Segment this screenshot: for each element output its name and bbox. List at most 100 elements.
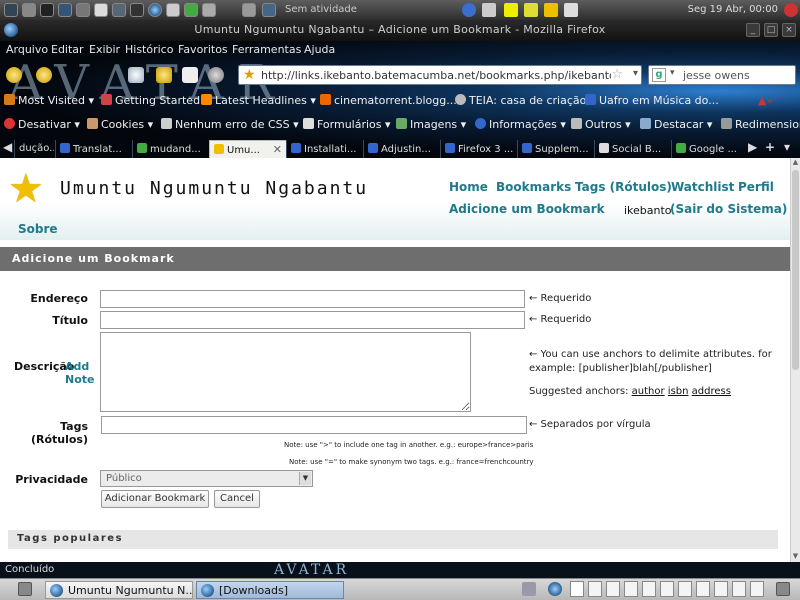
search-bar[interactable]: g ▾ jesse owens <box>648 65 796 85</box>
webdev-desativar[interactable]: Desativar ▾ <box>4 118 80 131</box>
tab-supplement[interactable]: Supplem... <box>517 140 593 158</box>
editor-launcher-icon[interactable] <box>94 3 108 17</box>
maximize-button[interactable]: □ <box>764 23 778 37</box>
site-identity-icon[interactable]: ★ <box>243 67 256 83</box>
accessibility-icon[interactable] <box>58 3 72 17</box>
workspace-11[interactable] <box>750 581 764 597</box>
tab-traducao[interactable]: dução... <box>14 140 54 158</box>
scrollbar-thumb[interactable] <box>792 170 799 370</box>
system-tools-icon[interactable] <box>76 3 90 17</box>
webdev-forms[interactable]: Formulários ▾ <box>303 118 391 131</box>
clock-widget-icon[interactable] <box>242 3 256 17</box>
tab-umuntu-active[interactable]: Umu... ✕ <box>209 140 287 158</box>
settings-icon[interactable] <box>166 3 180 17</box>
tab-firefox3[interactable]: Firefox 3 ... <box>440 140 516 158</box>
webdev-css[interactable]: Nenhum erro de CSS ▾ <box>161 118 299 131</box>
menu-historico[interactable]: Histórico <box>125 43 173 56</box>
workspace-1[interactable] <box>570 581 584 597</box>
nav-watchlist[interactable]: Watchlist <box>671 180 734 194</box>
anchor-author-link[interactable]: author <box>632 386 665 397</box>
scroll-tabs-left-icon[interactable]: ◀ <box>3 140 12 154</box>
webdev-outline[interactable]: Destacar ▾ <box>640 118 712 131</box>
tab-installation[interactable]: Installati... <box>286 140 362 158</box>
bookmark-latest-headlines[interactable]: Latest Headlines ▾ <box>201 94 316 107</box>
edit-tray-icon[interactable] <box>524 3 538 17</box>
tab-list-icon[interactable]: ▾ <box>784 140 790 154</box>
workspace-4[interactable] <box>624 581 638 597</box>
scroll-tabs-right-icon[interactable]: ▶ <box>748 140 757 154</box>
bluetooth-tray-icon[interactable] <box>482 3 496 17</box>
bookmark-getting-started[interactable]: Getting Started <box>101 94 200 107</box>
tab-translate[interactable]: Translat... <box>55 140 131 158</box>
power-icon[interactable] <box>784 3 798 17</box>
anchor-address-link[interactable]: address <box>692 386 731 397</box>
bookmarks-overflow-icon[interactable]: ▲» <box>758 94 773 107</box>
add-note-link[interactable]: Add Note <box>65 360 94 386</box>
new-tab-button[interactable]: + <box>765 140 775 154</box>
applications-menu-icon[interactable] <box>4 3 18 17</box>
menu-editar[interactable]: Editar <box>51 43 84 56</box>
url-bar[interactable]: ★ http://links.ikebanto.batemacumba.net/… <box>238 65 642 85</box>
workspace-3[interactable] <box>606 581 620 597</box>
nav-logout[interactable]: (Sair do Sistema) <box>670 202 787 216</box>
tab-mudando[interactable]: mudand... <box>132 140 208 158</box>
tags-input[interactable] <box>101 416 527 434</box>
show-desktop-icon[interactable] <box>18 582 32 596</box>
search-input[interactable]: jesse owens <box>683 69 750 82</box>
menu-ferramentas[interactable]: Ferramentas <box>232 43 301 56</box>
bookmark-cinematorrent[interactable]: cinematorrent.blogg... <box>320 94 457 107</box>
nav-home[interactable]: Home <box>449 180 488 194</box>
address-input[interactable] <box>100 290 525 308</box>
scroll-down-icon[interactable]: ▼ <box>791 552 800 562</box>
workspace-5[interactable] <box>642 581 656 597</box>
menu-arquivo[interactable]: Arquivo <box>6 43 48 56</box>
panel-app-icon-1[interactable] <box>522 582 536 596</box>
scroll-up-icon[interactable]: ▲ <box>791 158 800 168</box>
privacy-select[interactable]: Público ▼ <box>100 470 313 487</box>
network-tray-icon[interactable] <box>462 3 476 17</box>
notes-tray-icon[interactable] <box>504 3 518 17</box>
menu-favoritos[interactable]: Favoritos <box>178 43 228 56</box>
popular-tags-header[interactable]: Tags populares <box>8 530 778 549</box>
terminal-launcher-icon[interactable] <box>40 3 54 17</box>
google-search-engine-icon[interactable]: g <box>652 68 666 82</box>
url-dropdown-icon[interactable]: ▾ <box>633 68 638 79</box>
bookmark-star-icon[interactable]: ☆ <box>611 67 623 82</box>
url-text[interactable]: http://links.ikebanto.batemacumba.net/bo… <box>261 69 611 82</box>
media-player-icon[interactable] <box>130 3 144 17</box>
nav-bookmarks[interactable]: Bookmarks <box>496 180 571 194</box>
title-input[interactable] <box>100 311 525 329</box>
add-bookmark-button[interactable]: Adicionar Bookmark <box>101 490 209 508</box>
tab-adjusting[interactable]: Adjustin... <box>363 140 439 158</box>
firefox-launcher-icon[interactable] <box>148 3 162 17</box>
menu-exibir[interactable]: Exibir <box>89 43 120 56</box>
trash-icon[interactable] <box>776 582 790 596</box>
menu-ajuda[interactable]: Ajuda <box>304 43 335 56</box>
mail-tray-icon[interactable] <box>564 3 578 17</box>
addons-gear-icon[interactable] <box>208 67 224 83</box>
network-icon[interactable] <box>112 3 126 17</box>
reload-icon[interactable] <box>128 67 144 83</box>
chat-launcher-icon[interactable] <box>202 3 216 17</box>
taskbar-firefox-window[interactable]: Umuntu Ngumuntu N... <box>45 581 193 599</box>
anchor-isbn-link[interactable]: isbn <box>668 386 689 397</box>
description-textarea[interactable] <box>100 332 471 412</box>
home-icon[interactable] <box>156 67 172 83</box>
webdev-misc[interactable]: Outros ▾ <box>571 118 631 131</box>
bookmark-uafro[interactable]: Uafro em Música do... <box>585 94 719 107</box>
page-scrollbar[interactable]: ▲ ▼ <box>790 158 800 562</box>
workspace-9[interactable] <box>714 581 728 597</box>
search-engine-dropdown-icon[interactable]: ▾ <box>670 68 675 78</box>
workspace-10[interactable] <box>732 581 746 597</box>
webdev-info[interactable]: Informações ▾ <box>475 118 566 131</box>
nav-tags[interactable]: Tags (Rótulos) <box>575 180 672 194</box>
forward-icon[interactable] <box>36 67 52 83</box>
close-tab-icon[interactable]: ✕ <box>273 143 282 156</box>
workspace-7[interactable] <box>678 581 692 597</box>
close-window-button[interactable]: × <box>782 23 796 37</box>
bookmark-teia[interactable]: TEIA: casa de criação <box>455 94 586 107</box>
cancel-button[interactable]: Cancel <box>214 490 260 508</box>
chevron-down-icon[interactable]: ▼ <box>299 472 311 485</box>
panel-firefox-icon[interactable] <box>548 582 562 596</box>
music-player-icon[interactable] <box>184 3 198 17</box>
